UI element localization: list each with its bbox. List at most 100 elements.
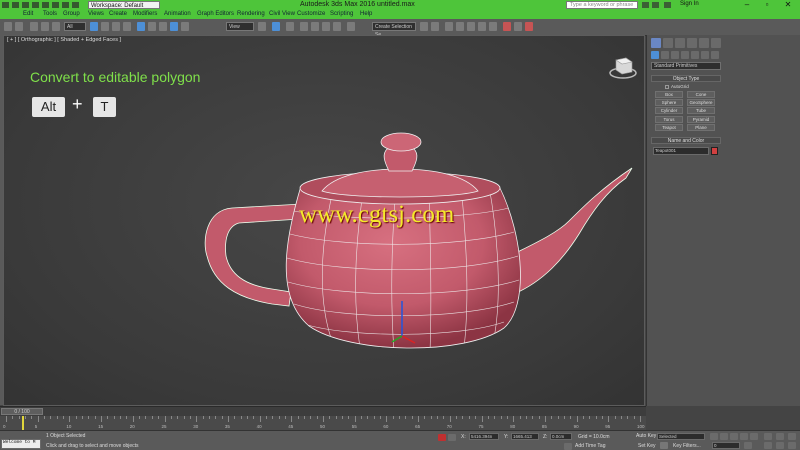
menu-customize[interactable]: Customize xyxy=(297,11,325,17)
key-mode-dropdown[interactable]: Selected xyxy=(657,433,705,440)
box-button[interactable]: Box xyxy=(655,91,683,98)
manipulate-icon[interactable] xyxy=(272,22,280,31)
percent-snap-icon[interactable] xyxy=(322,22,330,31)
absolute-mode-icon[interactable] xyxy=(448,434,456,441)
select-and-scale-icon[interactable] xyxy=(159,22,167,31)
menu-modifiers[interactable]: Modifiers xyxy=(133,11,157,17)
zoom-all-icon[interactable] xyxy=(776,433,784,440)
link-icon[interactable] xyxy=(30,22,38,31)
undo-icon[interactable] xyxy=(42,2,49,8)
unlink-icon[interactable] xyxy=(41,22,49,31)
utilities-tab-icon[interactable] xyxy=(711,38,721,48)
spinner-snap-icon[interactable] xyxy=(333,22,341,31)
trackbar[interactable]: 0 5 10 15 20 25 30 35 40 45 50 55 60 65 70 75 80 85 90 95 10… xyxy=(0,416,646,430)
object-color-swatch[interactable] xyxy=(711,147,718,155)
hierarchy-tab-icon[interactable] xyxy=(675,38,685,48)
material-editor-icon[interactable] xyxy=(489,22,497,31)
time-tag-icon[interactable] xyxy=(564,443,572,450)
rectangular-selection-icon[interactable] xyxy=(112,22,120,31)
angle-snap-icon[interactable] xyxy=(311,22,319,31)
selection-filter-dropdown[interactable]: All xyxy=(64,22,86,31)
zoom-extents-icon[interactable] xyxy=(788,433,796,440)
subscription-icon[interactable] xyxy=(652,2,659,8)
perspective-viewport[interactable]: [ + ] [ Orthographic ] [ Shaded + Edged … xyxy=(3,35,645,406)
cone-button[interactable]: Cone xyxy=(687,91,715,98)
previous-frame-icon[interactable] xyxy=(720,433,728,440)
new-icon[interactable] xyxy=(12,2,19,8)
reference-coordinate-dropdown[interactable]: View xyxy=(226,22,254,31)
menu-help[interactable]: Help xyxy=(360,11,372,17)
add-time-tag[interactable]: Add Time Tag xyxy=(575,443,605,449)
redo-icon[interactable] xyxy=(15,22,23,31)
menu-tools[interactable]: Tools xyxy=(43,11,57,17)
geosphere-button[interactable]: GeoSphere xyxy=(687,99,715,106)
motion-tab-icon[interactable] xyxy=(687,38,697,48)
redo-icon[interactable] xyxy=(52,2,59,8)
key-filters-button[interactable]: Key Filters... xyxy=(673,443,701,449)
named-selection-sets-dropdown[interactable]: Create Selection Se xyxy=(372,22,416,38)
menu-civil-view[interactable]: Civil View xyxy=(269,11,295,17)
go-to-end-icon[interactable] xyxy=(750,433,758,440)
geometry-icon[interactable] xyxy=(651,51,659,59)
align-icon[interactable] xyxy=(431,22,439,31)
time-configuration-icon[interactable] xyxy=(744,442,752,449)
snap-3d-icon[interactable] xyxy=(300,22,308,31)
search-input[interactable]: Type a keyword or phrase xyxy=(566,1,638,9)
menu-scripting[interactable]: Scripting xyxy=(330,11,353,17)
ribbon-icon[interactable] xyxy=(456,22,464,31)
object-name-input[interactable]: Teapot001 xyxy=(653,147,709,155)
select-and-move-icon[interactable] xyxy=(137,22,145,31)
menu-edit[interactable]: Edit xyxy=(23,11,33,17)
layer-manager-icon[interactable] xyxy=(445,22,453,31)
rendered-frame-window-icon[interactable] xyxy=(514,22,522,31)
time-slider[interactable]: 0 / 100 xyxy=(0,406,646,416)
render-production-icon[interactable] xyxy=(525,22,533,31)
menu-graph-editors[interactable]: Graph Editors xyxy=(197,11,234,17)
bind-spacewarp-icon[interactable] xyxy=(52,22,60,31)
workspace-dropdown[interactable]: Workspace: Default xyxy=(88,1,160,9)
z-coordinate-field[interactable]: 0.0cm xyxy=(550,433,572,440)
project-icon[interactable] xyxy=(62,2,69,8)
menu-group[interactable]: Group xyxy=(63,11,80,17)
viewcube-icon[interactable] xyxy=(608,52,638,80)
curve-editor-icon[interactable] xyxy=(467,22,475,31)
select-by-name-icon[interactable] xyxy=(101,22,109,31)
tube-button[interactable]: Tube xyxy=(687,107,715,114)
autogrid-checkbox[interactable] xyxy=(665,85,669,89)
cylinder-button[interactable]: Cylinder xyxy=(655,107,683,114)
play-icon[interactable] xyxy=(730,433,738,440)
folder-icon[interactable] xyxy=(72,2,79,8)
mirror-icon[interactable] xyxy=(420,22,428,31)
pivot-icon[interactable] xyxy=(181,22,189,31)
menu-rendering[interactable]: Rendering xyxy=(237,11,265,17)
undo-icon[interactable] xyxy=(4,22,12,31)
user-icon[interactable] xyxy=(664,2,671,8)
create-tab-icon[interactable] xyxy=(651,38,661,48)
modify-tab-icon[interactable] xyxy=(663,38,673,48)
menu-animation[interactable]: Animation xyxy=(164,11,191,17)
select-and-rotate-icon[interactable] xyxy=(148,22,156,31)
open-icon[interactable] xyxy=(22,2,29,8)
zoom-icon[interactable] xyxy=(764,433,772,440)
current-frame-field[interactable]: 0 xyxy=(712,442,740,449)
object-type-rollout[interactable]: Object Type xyxy=(651,75,721,82)
close-button[interactable]: ✕ xyxy=(777,0,799,10)
keyboard-shortcut-icon[interactable] xyxy=(286,22,294,31)
minimize-button[interactable]: – xyxy=(736,0,758,10)
next-frame-icon[interactable] xyxy=(740,433,748,440)
save-icon[interactable] xyxy=(32,2,39,8)
time-slider-handle[interactable]: 0 / 100 xyxy=(1,408,43,415)
spacewarps-icon[interactable] xyxy=(701,51,709,59)
shapes-icon[interactable] xyxy=(661,51,669,59)
lights-icon[interactable] xyxy=(671,51,679,59)
select-object-icon[interactable] xyxy=(90,22,98,31)
helpers-icon[interactable] xyxy=(691,51,699,59)
render-setup-icon[interactable] xyxy=(503,22,511,31)
pyramid-button[interactable]: Pyramid xyxy=(687,116,715,123)
search-icon[interactable] xyxy=(642,2,649,8)
systems-icon[interactable] xyxy=(711,51,719,59)
set-key-icon[interactable] xyxy=(660,442,668,449)
place-icon[interactable] xyxy=(170,22,178,31)
primitive-category-dropdown[interactable]: Standard Primitives xyxy=(651,62,721,70)
lock-selection-icon[interactable] xyxy=(438,434,446,441)
